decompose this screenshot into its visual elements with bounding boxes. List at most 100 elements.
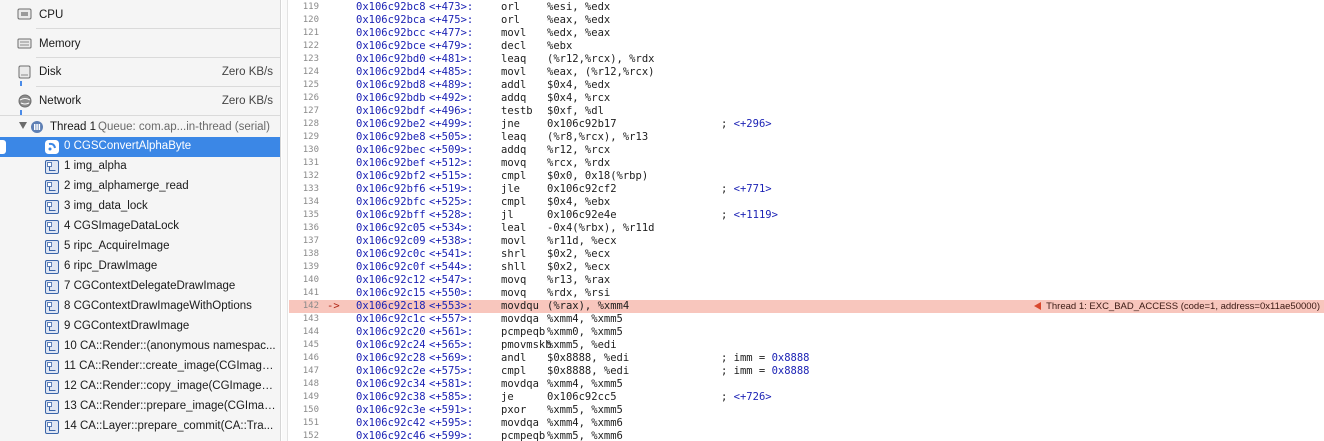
disassembly-line[interactable]: 133 0x106c92bf6 <+519>: jle 0x106c92cf2; <+7… — [289, 183, 1324, 196]
comment-text: ; — [721, 209, 734, 221]
stack-frame-row[interactable]: 3 img_data_lock — [0, 197, 280, 217]
disassembly-line[interactable]: 120 0x106c92bca <+475>: orl %eax, %edx — [289, 14, 1324, 27]
disassembly-line[interactable]: 137 0x106c92c09 <+538>: movl %r11d, %ecx — [289, 235, 1324, 248]
stack-frame-icon — [45, 160, 59, 174]
disassembly-line[interactable]: 146 0x106c92c28 <+569>: andl $0x8888, %edi ; … — [289, 352, 1324, 365]
disassembly-line[interactable]: 123 0x106c92bd0 <+481>: leaq (%r12,%rcx), %r… — [289, 53, 1324, 66]
gauge-disk[interactable]: Disk Zero KB/s — [0, 57, 280, 86]
stack-frame-row[interactable]: 1 img_alpha — [0, 157, 280, 177]
instruction-offset: <+547>: — [429, 274, 474, 286]
instruction-operands: %r13, %rax — [547, 274, 611, 286]
disassembly-line[interactable]: 147 0x106c92c2e <+575>: cmpl $0x8888, %edi ; … — [289, 365, 1324, 378]
disassembly-line[interactable]: 126 0x106c92bdb <+492>: addq $0x4, %rcx — [289, 92, 1324, 105]
disassembly-line[interactable]: 145 0x106c92c24 <+565>: pmovmskb %xmm5, %edi — [289, 339, 1324, 352]
instruction-mnemonic: movdqa — [501, 313, 539, 325]
disassembly-line[interactable]: 134 0x106c92bfc <+525>: cmpl $0x4, %ebx — [289, 196, 1324, 209]
instruction-mnemonic: movq — [501, 274, 527, 286]
stack-frame-row[interactable]: 12 CA::Render::copy_image(CGImage*,... — [0, 377, 280, 397]
instruction-mnemonic: movdqa — [501, 378, 539, 390]
disassembly-line[interactable]: 140 0x106c92c12 <+547>: movq %r13, %rax — [289, 274, 1324, 287]
disassembly-line[interactable]: 144 0x106c92c20 <+561>: pcmpeqb %xmm0, %xmm5 — [289, 326, 1324, 339]
disassembly-line[interactable]: 143 0x106c92c1c <+557>: movdqa %xmm4, %xmm5 — [289, 313, 1324, 326]
instruction-address: 0x106c92be2 — [356, 118, 426, 130]
instruction-address: 0x106c92c09 — [356, 235, 426, 247]
gauge-label: Disk — [39, 65, 62, 78]
disassembly-line[interactable]: 152 0x106c92c46 <+599>: pcmpeqb %xmm5, %xmm6 — [289, 430, 1324, 441]
disassembly-line[interactable]: 128 0x106c92be2 <+499>: jne 0x106c92b17; <+2… — [289, 118, 1324, 131]
instruction-address: 0x106c92bcc — [356, 27, 426, 39]
thread-icon — [30, 120, 44, 137]
instruction-address: 0x106c92c20 — [356, 326, 426, 338]
disassembly-line[interactable]: 135 0x106c92bff <+528>: jl 0x106c92e4e; <+11… — [289, 209, 1324, 222]
cpu-icon — [17, 7, 32, 22]
instruction-address: 0x106c92c46 — [356, 430, 426, 441]
instruction-operands: $0x4, %edx — [547, 79, 611, 91]
stack-frame-row[interactable]: 10 CA::Render::(anonymous namespac... — [0, 337, 280, 357]
disassembly-line[interactable]: 132 0x106c92bf2 <+515>: cmpl $0x0, 0x18(%rbp… — [289, 170, 1324, 183]
stack-frame-row[interactable]: 9 CGContextDrawImage — [0, 317, 280, 337]
stack-frame-row[interactable]: 7 CGContextDelegateDrawImage — [0, 277, 280, 297]
crashing-instruction-line[interactable]: 142 0x106c92c18 <+553>: movdqu (%rax), %xmm4… — [289, 300, 1324, 313]
stack-frame-icon — [45, 300, 59, 314]
disassembly-line[interactable]: 139 0x106c92c0f <+544>: shll $0x2, %ecx — [289, 261, 1324, 274]
instruction-offset: <+553>: — [429, 300, 474, 312]
crash-annotation[interactable]: Thread 1: EXC_BAD_ACCESS (code=1, addres… — [1032, 300, 1320, 313]
stack-frame-icon — [45, 380, 59, 394]
instruction-offset: <+505>: — [429, 131, 474, 143]
disassembly-line[interactable]: 141 0x106c92c15 <+550>: movq %rdx, %rsi — [289, 287, 1324, 300]
line-number: 120 — [302, 15, 319, 25]
instruction-address: 0x106c92c28 — [356, 352, 426, 364]
disassembly-line[interactable]: 125 0x106c92bd8 <+489>: addl $0x4, %edx — [289, 79, 1324, 92]
disassembly-line[interactable]: 149 0x106c92c38 <+585>: je 0x106c92cc5; <+72… — [289, 391, 1324, 404]
stack-frame-label: 14 CA::Layer::prepare_commit(CA::Tra... — [64, 420, 274, 432]
divider — [0, 115, 280, 116]
stack-frame-row[interactable]: 14 CA::Layer::prepare_commit(CA::Tra... — [0, 417, 280, 437]
stack-frame-row[interactable]: 11 CA::Render::create_image(CGImage... — [0, 357, 280, 377]
stack-frame-icon — [45, 240, 59, 254]
stack-frame-row[interactable]: 2 img_alphamerge_read — [0, 177, 280, 197]
gauge-network[interactable]: Network Zero KB/s — [0, 86, 280, 115]
disassembly-line[interactable]: 150 0x106c92c3e <+591>: pxor %xmm5, %xmm5 — [289, 404, 1324, 417]
stack-frame-row[interactable]: 5 ripc_AcquireImage — [0, 237, 280, 257]
disassembly-line[interactable]: 151 0x106c92c42 <+595>: movdqa %xmm4, %xmm6 — [289, 417, 1324, 430]
pane-divider[interactable] — [282, 0, 288, 441]
stack-frame-row[interactable]: 4 CGSImageDataLock — [0, 217, 280, 237]
stack-frame-row[interactable]: 8 CGContextDrawImageWithOptions — [0, 297, 280, 317]
disassembly-line[interactable]: 131 0x106c92bef <+512>: movq %rcx, %rdx — [289, 157, 1324, 170]
line-number: 150 — [302, 405, 319, 415]
line-number: 144 — [302, 327, 319, 337]
disassembly-line[interactable]: 122 0x106c92bce <+479>: decl %ebx — [289, 40, 1324, 53]
disclosure-triangle-icon[interactable] — [19, 122, 27, 129]
disassembly-line[interactable]: 124 0x106c92bd4 <+485>: movl %eax, (%r12,%rc… — [289, 66, 1324, 79]
instruction-address: 0x106c92bef — [356, 157, 426, 169]
disassembly-line[interactable]: 130 0x106c92bec <+509>: addq %r12, %rcx — [289, 144, 1324, 157]
gauge-value: Zero KB/s — [221, 65, 273, 78]
instruction-operands: %xmm0, %xmm5 — [547, 326, 623, 338]
stack-frame-row[interactable]: 13 CA::Render::prepare_image(CGImag... — [0, 397, 280, 417]
instruction-mnemonic: shll — [501, 261, 527, 273]
disassembly-line[interactable]: 148 0x106c92c34 <+581>: movdqa %xmm4, %xmm5 — [289, 378, 1324, 391]
disassembly-line[interactable]: 119 0x106c92bc8 <+473>: orl %esi, %edx — [289, 1, 1324, 14]
stack-frame-row[interactable]: 0 CGSConvertAlphaByte — [0, 137, 280, 157]
instruction-offset: <+496>: — [429, 105, 474, 117]
disassembly-editor[interactable]: 119 0x106c92bc8 <+473>: orl %esi, %edx 120 0x1… — [289, 0, 1324, 441]
stack-frame-label: 12 CA::Render::copy_image(CGImage*,... — [64, 380, 276, 392]
instruction-operands: %r12, %rcx — [547, 144, 611, 156]
thread-row[interactable]: Thread 1 Queue: com.ap...in-thread (seri… — [0, 117, 280, 137]
instruction-address: 0x106c92bca — [356, 14, 426, 26]
instruction-mnemonic: cmpl — [501, 170, 527, 182]
stack-frame-row[interactable]: 6 ripc_DrawImage — [0, 257, 280, 277]
instruction-offset: <+492>: — [429, 92, 474, 104]
disassembly-line[interactable]: 138 0x106c92c0c <+541>: shrl $0x2, %ecx — [289, 248, 1324, 261]
disassembly-line[interactable]: 129 0x106c92be8 <+505>: leaq (%r8,%rcx), %r1… — [289, 131, 1324, 144]
disassembly-line[interactable]: 127 0x106c92bdf <+496>: testb $0xf, %dl — [289, 105, 1324, 118]
disassembly-line[interactable]: 136 0x106c92c05 <+534>: leal -0x4(%rbx), %r1… — [289, 222, 1324, 235]
gauge-cpu[interactable]: CPU — [0, 0, 280, 29]
disassembly-line[interactable]: 121 0x106c92bcc <+477>: movl %edx, %eax — [289, 27, 1324, 40]
gauge-memory[interactable]: Memory — [0, 29, 280, 58]
gauge-label: Network — [39, 94, 82, 107]
gauge-label: CPU — [39, 8, 64, 21]
stack-frame-icon — [45, 280, 59, 294]
instruction-address: 0x106c92c2e — [356, 365, 426, 377]
line-number: 140 — [302, 275, 319, 285]
